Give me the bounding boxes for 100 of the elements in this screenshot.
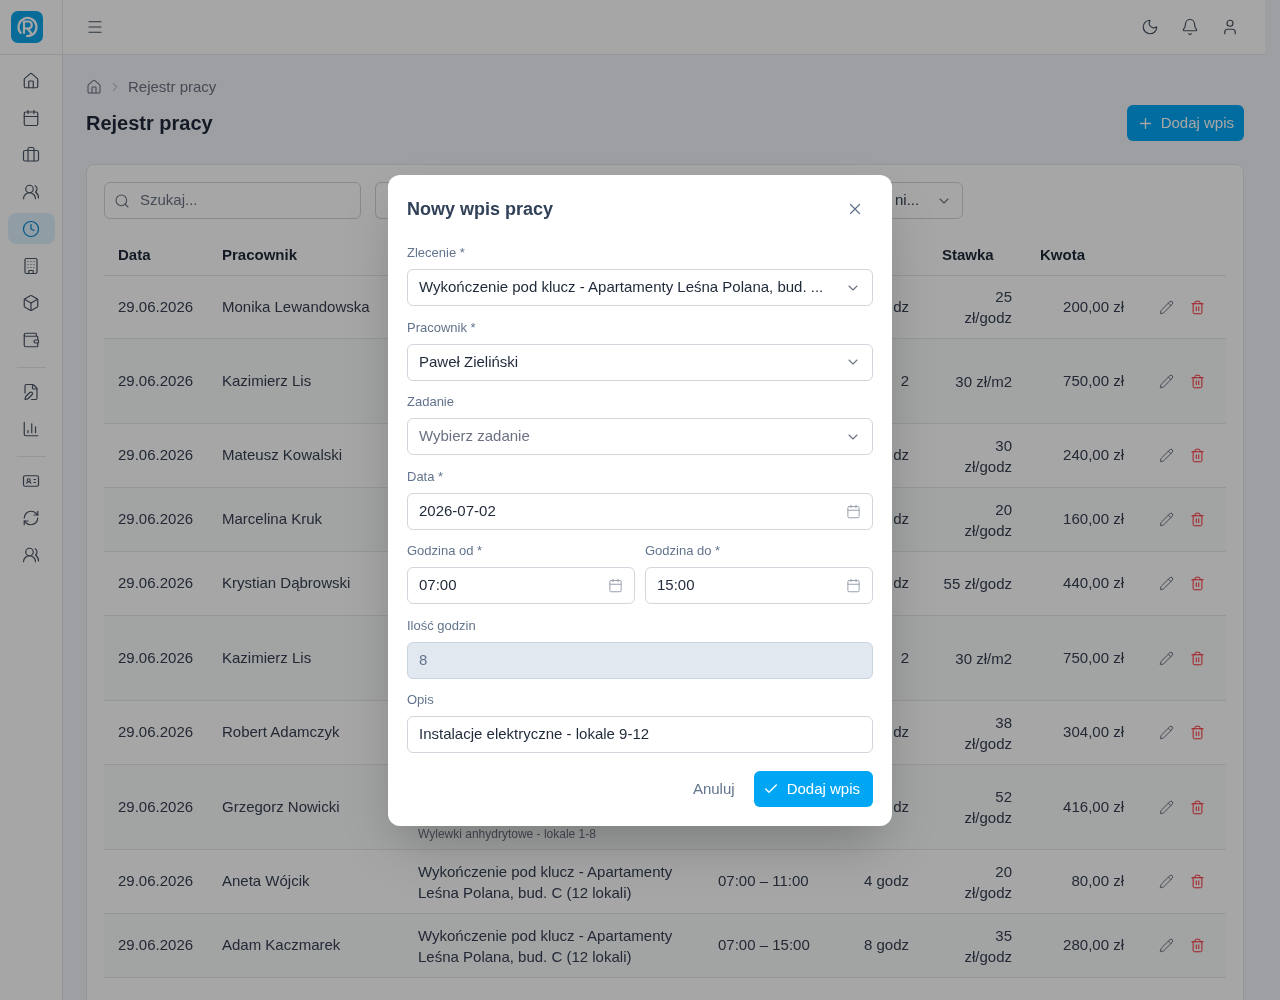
dialog-title: Nowy wpis pracy — [407, 197, 554, 221]
worker-cell-text: Kazimierz Lis — [222, 647, 312, 668]
amount-cell-text: 416,00 zł — [1063, 796, 1124, 817]
trash-icon[interactable] — [1190, 576, 1205, 591]
column-header: Data — [118, 245, 151, 263]
date-cell-text: 29.06.2026 — [118, 647, 194, 668]
calendar-icon — [846, 503, 861, 519]
trash-icon[interactable] — [1190, 725, 1205, 740]
search-field[interactable]: Szukaj... — [104, 182, 361, 219]
building-icon — [22, 256, 40, 275]
worker-cell-text: Mateusz Kowalski — [222, 445, 343, 466]
trash-icon[interactable] — [1190, 938, 1205, 953]
pencil-icon[interactable] — [1159, 938, 1174, 953]
trash-icon[interactable] — [1190, 448, 1205, 463]
rate-cell-text: 25 zł/godz — [964, 287, 1012, 328]
date-cell-text: 29.06.2026 — [118, 935, 194, 956]
trash-icon[interactable] — [1190, 650, 1205, 666]
rate-cell-text: 55 zł/godz — [943, 574, 1012, 594]
search-icon — [114, 192, 130, 209]
date-cell-text: 29.06.2026 — [118, 573, 194, 594]
rate-cell-text: 30 zł/m2 — [955, 648, 1012, 669]
field-label: Opis — [407, 691, 435, 709]
pencil-icon[interactable] — [1159, 725, 1174, 740]
date-cell-text: 29.06.2026 — [118, 509, 194, 530]
field-label: Zlecenie * — [407, 244, 466, 262]
pencil-icon[interactable] — [1159, 512, 1174, 527]
menu-icon[interactable] — [86, 18, 104, 36]
worker-cell-text: Adam Kaczmarek — [222, 935, 341, 956]
date-cell-text: 29.06.2026 — [118, 370, 194, 391]
hours-cell-text: dz — [893, 722, 909, 743]
pencil-icon[interactable] — [1159, 448, 1174, 463]
field-label: Ilość godzin — [407, 616, 477, 635]
rate-cell-text: 20 zł/godz — [964, 499, 1012, 541]
worker-cell-text: Robert Adamczyk — [222, 722, 340, 743]
breadcrumb-item: Rejestr pracy — [128, 76, 217, 97]
select-field[interactable]: Wybierz zadanie — [407, 418, 873, 455]
order-cell-text: Wykończenie pod klucz - Apartamenty Leśna Polana, bud. C (12 lokali) — [418, 861, 674, 903]
date-field[interactable]: 2026-07-02 — [407, 492, 873, 530]
field-label: Godzina od * — [407, 542, 484, 560]
refresh-icon — [22, 508, 40, 527]
date-cell-text: 29.06.2026 — [118, 722, 194, 743]
user-icon[interactable] — [1221, 18, 1239, 36]
field-label: Pracownik * — [407, 318, 477, 337]
rate-cell-text: 38 zł/godz — [964, 712, 1012, 754]
rate-cell-text: 30 zł/m2 — [955, 371, 1012, 392]
trash-icon[interactable] — [1190, 512, 1205, 527]
pencil-icon[interactable] — [1159, 650, 1174, 666]
trash-icon[interactable] — [1190, 299, 1205, 315]
select-field[interactable]: Wykończenie pod klucz - Apartamenty Leśna Polana, bud. ... — [407, 269, 873, 306]
time-field[interactable]: 15:00 — [645, 567, 873, 604]
amount-cell-text: 750,00 zł — [1063, 647, 1124, 668]
pencil-icon[interactable] — [1159, 799, 1174, 815]
users-icon — [22, 182, 40, 201]
date-cell-text: 29.06.2026 — [118, 445, 194, 466]
hours-cell-text: dz — [893, 573, 909, 594]
bell-icon[interactable] — [1181, 18, 1199, 36]
select-field[interactable]: Paweł Zieliński — [407, 343, 873, 381]
briefcase-icon — [22, 145, 40, 164]
worker-cell-text: Marcelina Kruk — [222, 509, 323, 530]
sidebar-item[interactable] — [7, 213, 55, 244]
document-pen-icon — [22, 382, 40, 401]
amount-cell-text: 280,00 zł — [1063, 935, 1124, 956]
date-cell-text: 29.06.2026 — [118, 871, 194, 892]
rate-cell-text: 35 zł/godz — [964, 925, 1012, 967]
cancel-button[interactable]: Anuluj — [680, 771, 747, 807]
hours-cell-text: 8 godz — [863, 935, 909, 956]
cube-icon — [22, 293, 40, 312]
amount-cell-text: 304,00 zł — [1063, 722, 1124, 743]
pencil-icon[interactable] — [1159, 874, 1174, 889]
hours-cell-text: dz — [893, 445, 909, 466]
pencil-icon[interactable] — [1159, 576, 1174, 591]
page-title: Rejestr pracy — [86, 111, 213, 136]
hours-cell-text: 2 — [900, 647, 909, 668]
input-field[interactable]: Instalacje elektryczne - lokale 9-12 — [407, 716, 873, 753]
home-icon[interactable] — [86, 79, 102, 95]
amount-cell-text: 160,00 zł — [1063, 509, 1124, 530]
wallet-icon — [22, 330, 40, 349]
moon-icon[interactable] — [1141, 18, 1159, 36]
bar-chart-icon — [22, 419, 40, 438]
column-header: Kwota — [1040, 245, 1085, 263]
trash-icon[interactable] — [1190, 799, 1205, 815]
trash-icon[interactable] — [1190, 874, 1205, 889]
amount-cell-text: 80,00 zł — [1071, 871, 1124, 892]
pencil-icon[interactable] — [1159, 373, 1174, 389]
rate-cell-text: 20 zł/godz — [964, 861, 1012, 903]
field-label: Godzina do * — [645, 542, 722, 560]
logo-icon — [11, 11, 43, 43]
time-field[interactable]: 07:00 — [407, 567, 635, 604]
column-header: Stawka — [942, 245, 994, 263]
time-cell-text: 07:00 – 15:00 — [718, 935, 810, 956]
time-cell-text: 07:00 – 11:00 — [718, 871, 809, 892]
calendar-icon — [22, 108, 40, 127]
task-cell-text: Wylewki anhydrytowe - lokale 1-8 — [418, 827, 597, 841]
hours-cell-text: dz — [893, 296, 909, 317]
pencil-icon[interactable] — [1159, 299, 1174, 315]
hours-cell-text: 4 godz — [863, 871, 909, 892]
trash-icon[interactable] — [1190, 373, 1205, 389]
worker-cell-text: Aneta Wójcik — [222, 871, 310, 892]
rate-cell-text: 52 zł/godz — [964, 787, 1012, 828]
column-header: Pracownik — [222, 245, 298, 263]
